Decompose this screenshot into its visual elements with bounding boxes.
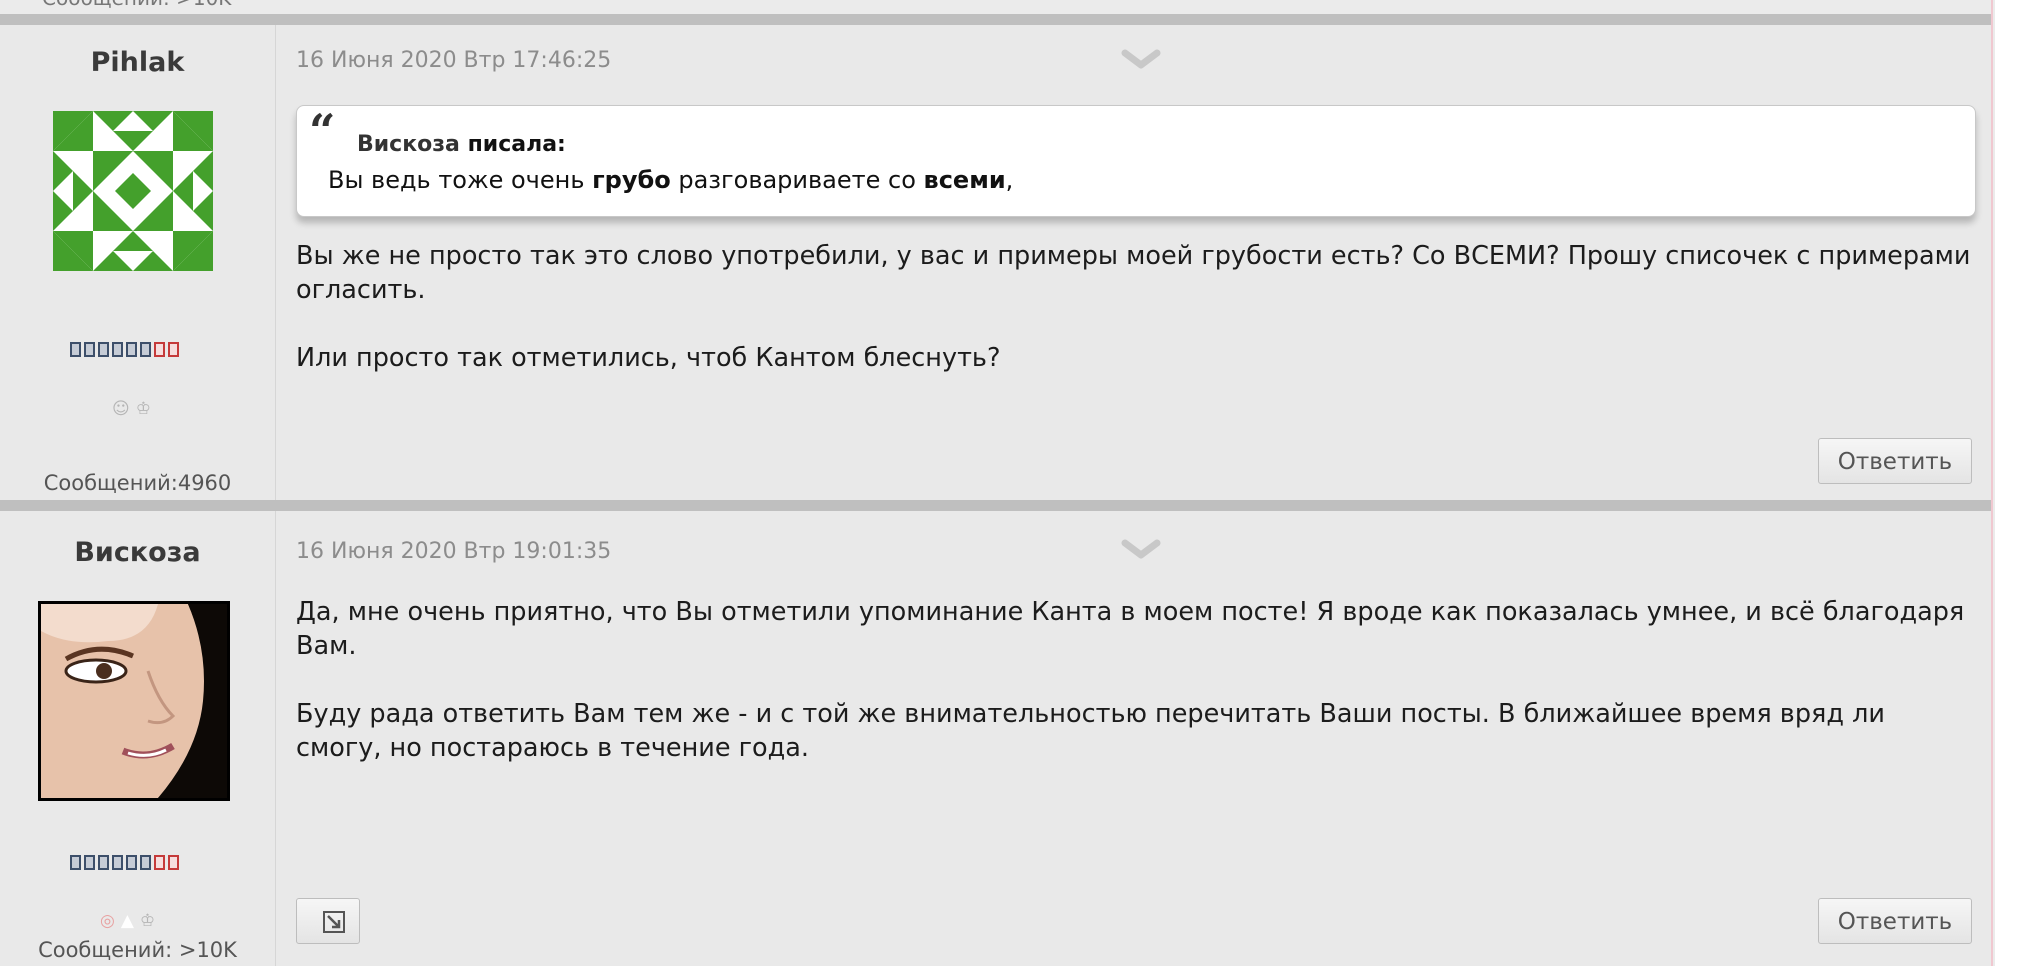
post-paragraph: Или просто так отметились, чтоб Кантом б… [296, 343, 1001, 373]
expand-button[interactable] [296, 898, 360, 944]
post-paragraph: Вы же не просто так это слово употребили… [296, 241, 1971, 305]
chevron-down-icon[interactable] [1121, 535, 1161, 563]
expand-icon [323, 911, 345, 933]
crown-icon: ♔ [135, 399, 151, 419]
user-badges: ☺ ♔ [112, 399, 151, 419]
quote-block: “ Вискоза писала: Вы ведь тоже очень гру… [296, 105, 1976, 217]
avatar[interactable] [53, 111, 213, 271]
triangle-icon: ▲ [120, 911, 134, 931]
post-body: Да, мне очень приятно, что Вы отметили у… [296, 595, 1976, 765]
post-separator [0, 14, 1992, 25]
post-author-panel: Вискоза ◎ ▲ ♔ Сообщений: >10K [0, 511, 276, 966]
target-icon: ◎ [100, 911, 115, 931]
post-date: 16 Июня 2020 Втр 17:46:25 [296, 48, 612, 73]
post-body: Вы же не просто так это слово употребили… [296, 239, 1976, 375]
rank-blocks-icon [70, 342, 179, 357]
quote-mark-icon: “ [309, 104, 336, 158]
post-content: 16 Июня 2020 Втр 19:01:35 Да, мне очень … [276, 511, 1992, 966]
author-name[interactable]: Pihlak [0, 47, 275, 78]
rank-blocks-icon [70, 855, 179, 870]
quote-header: Вискоза писала: [357, 132, 566, 157]
page-edge [1991, 0, 1993, 966]
forum-post: Вискоза ◎ ▲ ♔ Сообщений: >10K 16 Июня 20… [0, 511, 1992, 966]
author-message-count: Сообщений: >10K [38, 938, 237, 962]
author-name[interactable]: Вискоза [0, 537, 275, 568]
post-author-panel: Pihlak ☺ ♔ Сообщений:4960 [0, 25, 276, 500]
previous-post-footer: Сообщений: >10K [0, 0, 1992, 14]
post-content: 16 Июня 2020 Втр 17:46:25 “ Вискоза писа… [276, 25, 1992, 500]
forum-thread: Сообщений: >10K Pihlak [0, 0, 1995, 966]
reply-button[interactable]: Ответить [1818, 898, 1972, 944]
forum-post: Pihlak ☺ ♔ Сообщений:4960 16 Июня 2020 В… [0, 25, 1992, 500]
author-message-count: Сообщений:4960 [43, 471, 232, 495]
post-paragraph: Буду рада ответить Вам тем же - и с той … [296, 699, 1885, 763]
avatar[interactable] [38, 601, 230, 801]
quote-text: Вы ведь тоже очень грубо разговариваете … [328, 166, 1014, 194]
badge-icon: ☺ [112, 399, 130, 419]
user-badges: ◎ ▲ ♔ [100, 911, 155, 931]
crown-icon: ♔ [139, 911, 156, 931]
post-paragraph: Да, мне очень приятно, что Вы отметили у… [296, 597, 1965, 661]
chevron-down-icon[interactable] [1121, 45, 1161, 73]
quote-author[interactable]: Вискоза [357, 132, 460, 157]
reply-button[interactable]: Ответить [1818, 438, 1972, 484]
post-separator [0, 500, 1992, 511]
previous-post-message-count: Сообщений: >10K [42, 0, 231, 10]
post-date: 16 Июня 2020 Втр 19:01:35 [296, 539, 612, 564]
quote-wrote: писала: [467, 132, 566, 157]
